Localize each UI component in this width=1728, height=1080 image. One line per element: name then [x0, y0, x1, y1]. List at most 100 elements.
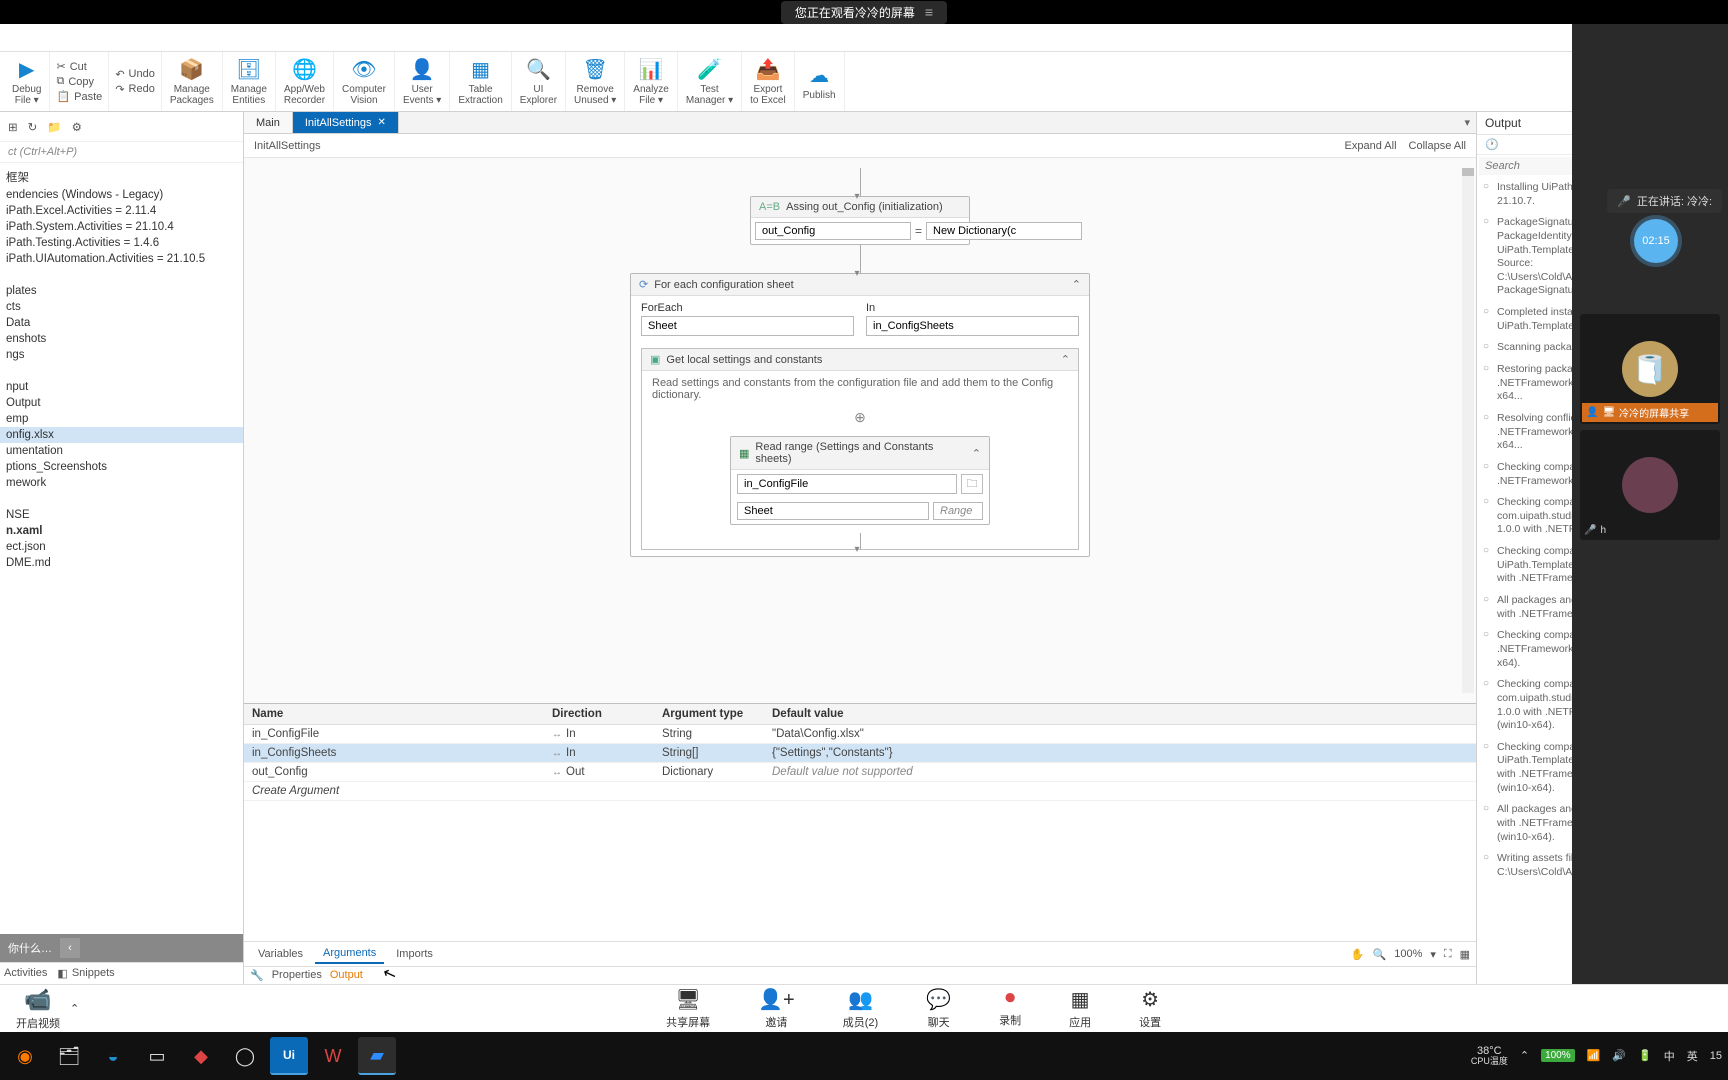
ribbon-table-button[interactable]: ▦Table Extraction — [450, 52, 511, 111]
zoom-members-button[interactable]: 👥成员(2) — [837, 987, 884, 1030]
tree-item[interactable]: cts — [0, 299, 243, 315]
collapse-foreach-icon[interactable]: ⌃ — [1072, 278, 1081, 291]
fit-screen-icon[interactable]: ⛶ — [1444, 948, 1452, 961]
add-activity-button[interactable]: ⊕ — [642, 407, 1078, 428]
tree-item[interactable]: endencies (Windows - Legacy) — [0, 187, 243, 203]
app-icon[interactable]: ◆ — [182, 1037, 220, 1075]
argument-row[interactable]: in_ConfigFile↔InString"Data\Config.xlsx" — [244, 725, 1476, 744]
screenshare-menu-icon[interactable]: ≡ — [925, 4, 933, 20]
volume-icon[interactable]: 🔊 — [1612, 1049, 1626, 1062]
readrange-range-input[interactable] — [933, 502, 983, 520]
ribbon-publish-button[interactable]: ☁Publish — [795, 52, 845, 111]
zoom-dropdown-icon[interactable]: ▾ — [1430, 948, 1436, 961]
tree-item[interactable]: Output — [0, 395, 243, 411]
project-search[interactable]: ct (Ctrl+Alt+P) — [0, 142, 243, 163]
copy-button[interactable]: ⧉Copy — [56, 75, 102, 88]
project-bottom-search[interactable]: 你什么… ‹ — [0, 934, 243, 962]
tab-activities[interactable]: Activities — [4, 967, 47, 980]
tab-main[interactable]: Main — [244, 112, 293, 133]
ribbon-computer-button[interactable]: 👁Computer Vision — [334, 52, 395, 111]
chrome-icon[interactable]: ◯ — [226, 1037, 264, 1075]
wps-icon[interactable]: W — [314, 1037, 352, 1075]
tree-item[interactable]: DME.md — [0, 555, 243, 571]
tree-item[interactable]: mework — [0, 475, 243, 491]
ribbon-test-button[interactable]: 🧪Test Manager ▾ — [678, 52, 742, 111]
timer-badge[interactable]: 02:15 — [1634, 219, 1678, 263]
zoom-settings-button[interactable]: ⚙设置 — [1133, 987, 1167, 1030]
ribbon-manage-button[interactable]: 🗄Manage Entities — [223, 52, 276, 111]
zoom-app-icon[interactable]: ▰ — [358, 1037, 396, 1075]
temperature-widget[interactable]: 38°C CPU温度 — [1471, 1045, 1508, 1067]
tree-item[interactable]: Data — [0, 315, 243, 331]
tree-item[interactable]: enshots — [0, 331, 243, 347]
paste-button[interactable]: 📋Paste — [56, 90, 102, 103]
tree-item[interactable]: nput — [0, 379, 243, 395]
tree-item[interactable]: NSE — [0, 507, 243, 523]
tree-item[interactable]: iPath.System.Activities = 21.10.4 — [0, 219, 243, 235]
arguments-table[interactable]: Name Direction Argument type Default val… — [244, 704, 1476, 801]
assign-to-input[interactable] — [755, 222, 911, 240]
file-explorer-icon[interactable]: 🗂 — [50, 1037, 88, 1075]
browse-folder-icon[interactable]: 🗀 — [961, 474, 983, 494]
tree-item[interactable]: iPath.Testing.Activities = 1.4.6 — [0, 235, 243, 251]
uipath-icon[interactable]: Ui — [270, 1037, 308, 1075]
collapse-all-button[interactable]: Collapse All — [1409, 140, 1466, 152]
readrange-sheet-input[interactable] — [737, 502, 929, 520]
debug-file-button[interactable]: ▶ Debug File ▾ — [4, 52, 50, 111]
tree-item[interactable]: iPath.Excel.Activities = 2.11.4 — [0, 203, 243, 219]
clock-icon[interactable]: 🕐 — [1485, 138, 1499, 151]
pan-icon[interactable]: ✋ — [1351, 948, 1365, 961]
participant-2[interactable]: 🎤 h — [1580, 430, 1720, 540]
col-type[interactable]: Argument type — [654, 704, 764, 725]
tree-item[interactable]: onfig.xlsx — [0, 427, 243, 443]
assign-activity[interactable]: A=B Assing out_Config (initialization) = — [750, 196, 970, 245]
argument-row[interactable]: in_ConfigSheets↔InString[]{"Settings","C… — [244, 744, 1476, 763]
chevron-left-icon[interactable]: ‹ — [60, 938, 80, 958]
collapse-readrange-icon[interactable]: ⌃ — [972, 447, 981, 460]
start-button[interactable]: ◉ — [6, 1037, 44, 1075]
create-argument-row[interactable]: Create Argument — [244, 782, 1476, 801]
foreach-activity[interactable]: ⟳ For each configuration sheet ⌃ ForEach… — [630, 273, 1090, 557]
tray-chevron-icon[interactable]: ⌃ — [1520, 1049, 1529, 1062]
participant-1[interactable]: 🧻 👤 🖥 冷冷的屏幕共享 — [1580, 314, 1720, 424]
edge-icon[interactable]: ◒ — [94, 1037, 132, 1075]
tree-item[interactable]: umentation — [0, 443, 243, 459]
breadcrumb-text[interactable]: InitAllSettings — [254, 140, 321, 152]
open-folder-icon[interactable]: 📁 — [47, 120, 61, 134]
refresh-icon[interactable]: ↻ — [28, 120, 38, 134]
zoom-apps-button[interactable]: ▦应用 — [1063, 987, 1097, 1030]
settings-gear-icon[interactable]: ⚙ — [72, 120, 82, 134]
tab-imports[interactable]: Imports — [388, 945, 441, 963]
foreach-in-input[interactable] — [866, 316, 1079, 336]
ribbon-ui-button[interactable]: 🔍UI Explorer — [512, 52, 566, 111]
zoom-share-button[interactable]: 🖥共享屏幕 — [660, 987, 716, 1030]
collapse-sequence-icon[interactable]: ⌃ — [1061, 353, 1070, 366]
zoom-chat-button[interactable]: 💬聊天 — [920, 987, 957, 1030]
workflow-canvas[interactable]: A=B Assing out_Config (initialization) =… — [244, 158, 1476, 703]
ribbon-user-button[interactable]: 👤User Events ▾ — [395, 52, 450, 111]
assign-value-input[interactable] — [926, 222, 1082, 240]
readrange-activity[interactable]: ▦ Read range (Settings and Constants she… — [730, 436, 990, 525]
tab-arguments[interactable]: Arguments — [315, 944, 384, 964]
ribbon-remove-button[interactable]: 🗑Remove Unused ▾ — [566, 52, 625, 111]
power-icon[interactable]: 🔋 — [1638, 1049, 1652, 1062]
tree-item[interactable]: iPath.UIAutomation.Activities = 21.10.5 — [0, 251, 243, 267]
ribbon-appweb-button[interactable]: 🌐App/Web Recorder — [276, 52, 334, 111]
sequence-activity[interactable]: ▣ Get local settings and constants ⌃ Rea… — [641, 348, 1079, 550]
tree-item[interactable]: emp — [0, 411, 243, 427]
tree-item[interactable]: ptions_Screenshots — [0, 459, 243, 475]
zoom-record-button[interactable]: ⏺录制 — [993, 987, 1027, 1030]
overview-icon[interactable]: ▦ — [1460, 948, 1470, 961]
canvas-scrollbar[interactable] — [1462, 168, 1474, 693]
redo-button[interactable]: ↷Redo — [115, 83, 155, 96]
tree-item[interactable] — [0, 363, 243, 379]
tree-item[interactable]: ngs — [0, 347, 243, 363]
tree-item[interactable] — [0, 491, 243, 507]
zoom-level[interactable]: 100% — [1394, 948, 1422, 960]
clock-hour[interactable]: 15 — [1710, 1050, 1722, 1062]
argument-row[interactable]: out_Config↔OutDictionaryDefault value no… — [244, 763, 1476, 782]
foreach-var-input[interactable] — [641, 316, 854, 336]
tree-item[interactable]: n.xaml — [0, 523, 243, 539]
tab-initallsettings[interactable]: InitAllSettings ✕ — [293, 112, 399, 133]
taskview-icon[interactable]: ▭ — [138, 1037, 176, 1075]
